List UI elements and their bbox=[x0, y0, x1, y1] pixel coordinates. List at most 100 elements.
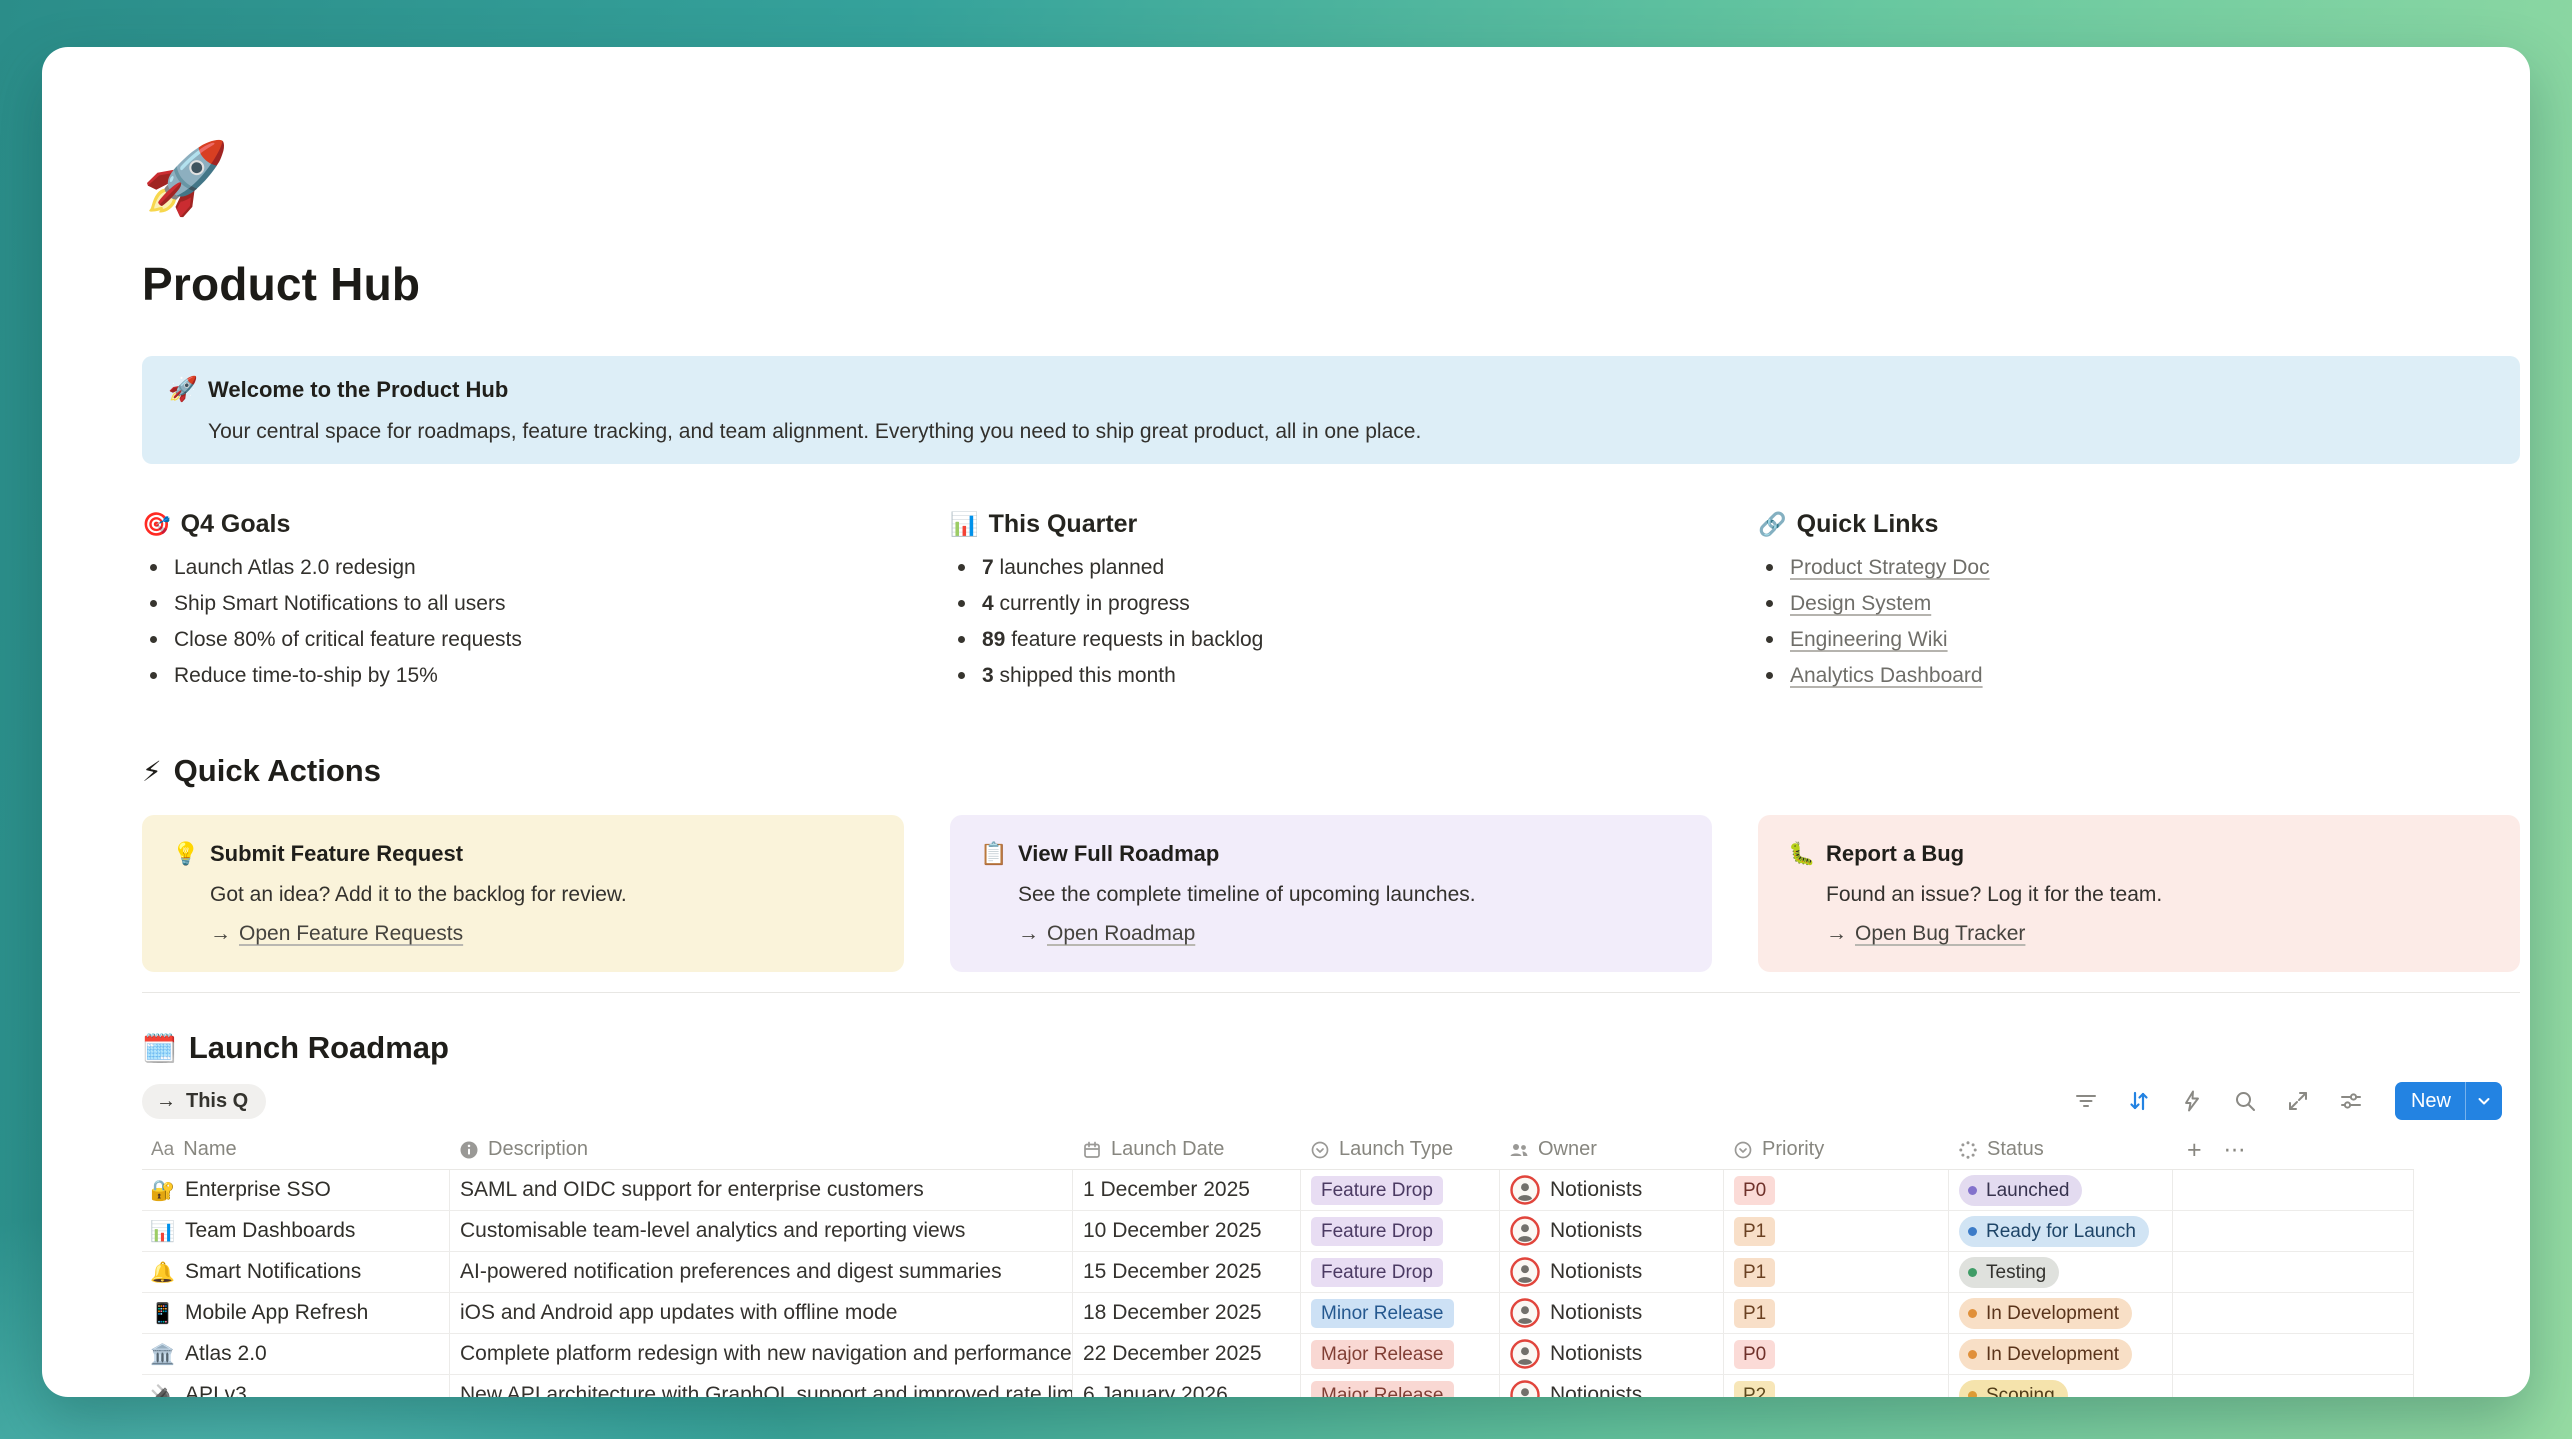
row-name-cell[interactable]: 🔌API v3 bbox=[142, 1375, 450, 1397]
page-icon[interactable]: 🚀 bbox=[142, 139, 2520, 217]
row-launch-date-cell[interactable]: 1 December 2025 bbox=[1073, 1170, 1301, 1210]
page-title: Product Hub bbox=[142, 257, 2520, 312]
row-owner-cell[interactable]: Notionists bbox=[1500, 1170, 1724, 1210]
row-launch-date-cell[interactable]: 6 January 2026 bbox=[1073, 1375, 1301, 1397]
open-roadmap-link[interactable]: Open Roadmap bbox=[1047, 922, 1195, 945]
automation-icon[interactable] bbox=[2179, 1088, 2205, 1114]
row-priority-cell[interactable]: P0 bbox=[1724, 1170, 1949, 1210]
select-icon bbox=[1310, 1140, 1330, 1160]
table-header-row: AaName Description Launch Date Launch Ty… bbox=[142, 1130, 2414, 1170]
row-name-cell[interactable]: 🔔Smart Notifications bbox=[142, 1252, 450, 1292]
column-this-quarter: 📊This Quarter 7 launches planned 4 curre… bbox=[950, 508, 1712, 700]
row-launch-date-cell[interactable]: 10 December 2025 bbox=[1073, 1211, 1301, 1251]
table-row[interactable]: 🔔Smart Notifications AI-powered notifica… bbox=[142, 1252, 2414, 1293]
owner-name: Notionists bbox=[1550, 1301, 1642, 1325]
row-name-cell[interactable]: 📱Mobile App Refresh bbox=[142, 1293, 450, 1333]
row-status-cell[interactable]: Testing bbox=[1949, 1252, 2173, 1292]
owner-name: Notionists bbox=[1550, 1260, 1642, 1284]
row-launch-type-cell[interactable]: Minor Release bbox=[1301, 1293, 1500, 1333]
row-launch-date-cell[interactable]: 18 December 2025 bbox=[1073, 1293, 1301, 1333]
row-description-cell[interactable]: iOS and Android app updates with offline… bbox=[450, 1293, 1073, 1333]
column-header-description[interactable]: Description bbox=[450, 1138, 1073, 1161]
open-feature-requests-link[interactable]: Open Feature Requests bbox=[239, 922, 463, 945]
column-header-status[interactable]: Status bbox=[1949, 1138, 2173, 1161]
target-icon: 🎯 bbox=[142, 511, 171, 537]
owner-name: Notionists bbox=[1550, 1219, 1642, 1243]
row-extra-cell bbox=[2173, 1252, 2414, 1292]
expand-icon[interactable] bbox=[2285, 1088, 2311, 1114]
card-submit-feature-request: 💡 Submit Feature Request Got an idea? Ad… bbox=[142, 815, 904, 972]
status-badge: Launched bbox=[1959, 1175, 2082, 1206]
row-owner-cell[interactable]: Notionists bbox=[1500, 1334, 1724, 1374]
search-icon[interactable] bbox=[2232, 1088, 2258, 1114]
sort-icon[interactable] bbox=[2126, 1088, 2152, 1114]
link-analytics-dashboard[interactable]: Analytics Dashboard bbox=[1790, 664, 1983, 687]
row-description-cell[interactable]: SAML and OIDC support for enterprise cus… bbox=[450, 1170, 1073, 1210]
row-extra-cell bbox=[2173, 1293, 2414, 1333]
row-page-icon: 🔐 bbox=[150, 1178, 174, 1203]
chevron-down-icon[interactable] bbox=[2465, 1082, 2502, 1120]
row-description-cell[interactable]: Customisable team-level analytics and re… bbox=[450, 1211, 1073, 1251]
column-header-priority[interactable]: Priority bbox=[1724, 1138, 1949, 1161]
link-product-strategy-doc[interactable]: Product Strategy Doc bbox=[1790, 556, 1990, 579]
row-status-cell[interactable]: In Development bbox=[1949, 1334, 2173, 1374]
view-tab-this-q[interactable]: → This Q bbox=[142, 1084, 266, 1119]
owner-avatar bbox=[1510, 1339, 1540, 1369]
table-row[interactable]: 🔌API v3 New API architecture with GraphQ… bbox=[142, 1375, 2414, 1397]
row-description-cell[interactable]: AI-powered notification preferences and … bbox=[450, 1252, 1073, 1292]
list-item: Reduce time-to-ship by 15% bbox=[142, 664, 904, 687]
more-options-button[interactable]: ⋯ bbox=[2224, 1137, 2247, 1163]
row-owner-cell[interactable]: Notionists bbox=[1500, 1375, 1724, 1397]
row-owner-cell[interactable]: Notionists bbox=[1500, 1252, 1724, 1292]
row-page-icon: 📱 bbox=[150, 1301, 174, 1326]
row-status-cell[interactable]: In Development bbox=[1949, 1293, 2173, 1333]
column-header-owner[interactable]: Owner bbox=[1500, 1138, 1724, 1161]
table-row[interactable]: 🔐Enterprise SSO SAML and OIDC support fo… bbox=[142, 1170, 2414, 1211]
row-launch-type-cell[interactable]: Major Release bbox=[1301, 1334, 1500, 1374]
row-owner-cell[interactable]: Notionists bbox=[1500, 1293, 1724, 1333]
column-header-name[interactable]: AaName bbox=[142, 1138, 450, 1161]
link-design-system[interactable]: Design System bbox=[1790, 592, 1931, 615]
row-priority-cell[interactable]: P1 bbox=[1724, 1252, 1949, 1292]
filter-icon[interactable] bbox=[2073, 1088, 2099, 1114]
row-name-cell[interactable]: 🔐Enterprise SSO bbox=[142, 1170, 450, 1210]
row-status-cell[interactable]: Scoping bbox=[1949, 1375, 2173, 1397]
add-property-button[interactable]: + bbox=[2187, 1140, 2202, 1160]
arrow-icon: → bbox=[210, 922, 231, 945]
card-view-full-roadmap: 📋 View Full Roadmap See the complete tim… bbox=[950, 815, 1712, 972]
row-launch-date-cell[interactable]: 15 December 2025 bbox=[1073, 1252, 1301, 1292]
row-name-cell[interactable]: 🏛️Atlas 2.0 bbox=[142, 1334, 450, 1374]
row-description-cell[interactable]: Complete platform redesign with new navi… bbox=[450, 1334, 1073, 1374]
priority-tag: P0 bbox=[1734, 1340, 1775, 1369]
row-name-cell[interactable]: 📊Team Dashboards bbox=[142, 1211, 450, 1251]
row-owner-cell[interactable]: Notionists bbox=[1500, 1211, 1724, 1251]
card-body: See the complete timeline of upcoming la… bbox=[1018, 882, 1682, 908]
row-status-cell[interactable]: Launched bbox=[1949, 1170, 2173, 1210]
table-row[interactable]: 🏛️Atlas 2.0 Complete platform redesign w… bbox=[142, 1334, 2414, 1375]
status-badge: Scoping bbox=[1959, 1380, 2068, 1398]
row-priority-cell[interactable]: P2 bbox=[1724, 1375, 1949, 1397]
open-bug-tracker-link[interactable]: Open Bug Tracker bbox=[1855, 922, 2025, 945]
row-launch-type-cell[interactable]: Feature Drop bbox=[1301, 1252, 1500, 1292]
table-row[interactable]: 📱Mobile App Refresh iOS and Android app … bbox=[142, 1293, 2414, 1334]
view-settings-icon[interactable] bbox=[2338, 1088, 2364, 1114]
row-launch-type-cell[interactable]: Major Release bbox=[1301, 1375, 1500, 1397]
arrow-icon: → bbox=[1826, 922, 1847, 945]
owner-name: Notionists bbox=[1550, 1342, 1642, 1366]
row-description-cell[interactable]: New API architecture with GraphQL suppor… bbox=[450, 1375, 1073, 1397]
arrow-icon: → bbox=[156, 1090, 176, 1113]
row-launch-date-cell[interactable]: 22 December 2025 bbox=[1073, 1334, 1301, 1374]
row-launch-type-cell[interactable]: Feature Drop bbox=[1301, 1170, 1500, 1210]
bulb-icon: 💡 bbox=[172, 840, 210, 868]
row-priority-cell[interactable]: P0 bbox=[1724, 1334, 1949, 1374]
column-header-launch-type[interactable]: Launch Type bbox=[1301, 1138, 1500, 1161]
table-row[interactable]: 📊Team Dashboards Customisable team-level… bbox=[142, 1211, 2414, 1252]
row-status-cell[interactable]: Ready for Launch bbox=[1949, 1211, 2173, 1251]
column-header-launch-date[interactable]: Launch Date bbox=[1073, 1138, 1301, 1161]
row-launch-type-cell[interactable]: Feature Drop bbox=[1301, 1211, 1500, 1251]
row-priority-cell[interactable]: P1 bbox=[1724, 1293, 1949, 1333]
link-engineering-wiki[interactable]: Engineering Wiki bbox=[1790, 628, 1948, 651]
new-button[interactable]: New bbox=[2395, 1082, 2502, 1120]
q4-goals-heading: 🎯Q4 Goals bbox=[142, 508, 904, 540]
row-priority-cell[interactable]: P1 bbox=[1724, 1211, 1949, 1251]
